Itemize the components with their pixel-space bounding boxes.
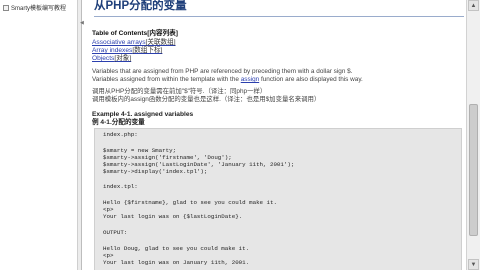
toc-link-tail: [对象]: [114, 55, 132, 62]
code-line: <p>: [103, 252, 114, 259]
scroll-thumb[interactable]: [469, 104, 478, 236]
arrow-down-icon: ▼: [470, 261, 477, 268]
toc-link-objects[interactable]: Objects[对象]: [92, 52, 131, 62]
book-icon: [3, 4, 9, 11]
code-line: $smarty->display('index.tpl');: [103, 168, 208, 175]
title-divider: [94, 16, 464, 17]
toc-link-tail: [数组下标]: [132, 47, 163, 54]
example-title-en: Example 4-1. assigned variables: [92, 111, 194, 118]
example-title-cn: 例 4-1.分配的变量: [92, 119, 145, 126]
assign-function-link[interactable]: assign: [241, 76, 259, 83]
vertical-scrollbar[interactable]: ▲ ▼: [466, 0, 480, 270]
intro-paragraph-line-1: Variables that are assigned from PHP are…: [92, 68, 353, 75]
code-line: <p>: [103, 206, 114, 213]
code-line: Your last login was on January 11th, 200…: [103, 259, 250, 266]
code-line: $smarty = new Smarty;: [103, 147, 177, 154]
code-line: Hello {$firstname}, glad to see you coul…: [103, 199, 277, 206]
code-line: $smarty->assign('firstname', 'Doug');: [103, 154, 232, 161]
code-line: Hello Doug, glad to see you could make i…: [103, 245, 250, 252]
toc-link-label[interactable]: Objects: [92, 55, 114, 62]
arrow-up-icon: ▲: [470, 2, 477, 9]
intro-text: Variables assigned from within the templ…: [92, 76, 241, 83]
content-pane: 从PHP分配的变量 Table of Contents[内容列表] Associ…: [84, 0, 466, 270]
translation-line-2: 调用模板内的assign函数分配的变量也是这样.（译注：也是用$加变量名来调用）: [92, 96, 321, 103]
intro-paragraph-line-2: Variables assigned from within the templ…: [92, 76, 363, 84]
code-line: OUTPUT:: [103, 229, 128, 236]
code-line: Your last login was on {$lastLoginDate}.: [103, 213, 243, 220]
translation-line-1: 调用从PHP分配的变量需在前加"$"符号.（译注：同php一样）: [92, 88, 267, 95]
scroll-up-button[interactable]: ▲: [468, 0, 479, 11]
pane-splitter[interactable]: [78, 0, 82, 270]
code-line: index.tpl:: [103, 183, 138, 190]
tree-item-smarty-tutorial[interactable]: Smarty模板编写教程: [3, 3, 66, 12]
tree-item-label: Smarty模板编写教程: [11, 6, 67, 12]
code-example: index.php: $smarty = new Smarty; $smarty…: [94, 128, 462, 270]
page-title: 从PHP分配的变量: [94, 0, 187, 12]
code-line: index.php:: [103, 131, 138, 138]
sidebar-tree: Smarty模板编写教程: [0, 0, 78, 270]
code-line: $smarty->assign('LastLoginDate', 'Januar…: [103, 161, 295, 168]
intro-text: function are also displayed this way.: [259, 76, 363, 83]
scroll-down-button[interactable]: ▼: [468, 259, 479, 270]
